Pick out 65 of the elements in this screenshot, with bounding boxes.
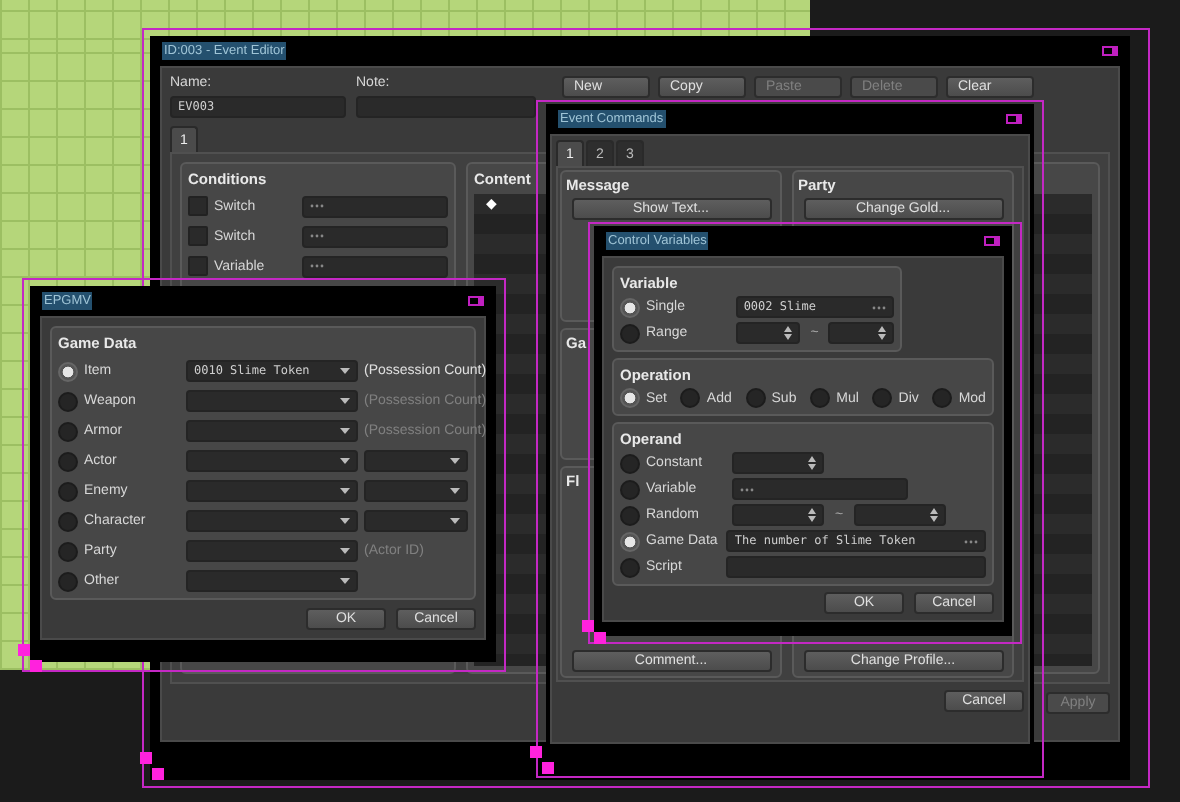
caret-icon (450, 488, 460, 494)
radio-button[interactable] (620, 388, 640, 408)
radio-button[interactable] (620, 479, 640, 499)
window-button-icon[interactable] (1006, 114, 1022, 124)
radio-button[interactable] (58, 391, 78, 411)
dropdown[interactable] (186, 450, 358, 472)
spin-arrows-icon (808, 456, 816, 470)
window-button-icon[interactable] (1102, 46, 1118, 56)
radio-button[interactable] (58, 421, 78, 441)
spin-arrows-icon (878, 326, 886, 340)
radio-button[interactable] (58, 511, 78, 531)
dropdown[interactable] (364, 480, 468, 502)
select-field[interactable] (301, 255, 448, 277)
dropdown[interactable] (186, 510, 358, 532)
radio-button[interactable] (620, 505, 640, 525)
radio-button[interactable] (58, 571, 78, 591)
window-button-icon[interactable] (468, 296, 484, 306)
caret-icon (340, 398, 350, 404)
number-field[interactable] (732, 504, 824, 526)
radio-button[interactable] (58, 481, 78, 501)
note-field[interactable] (356, 96, 536, 118)
dropdown[interactable] (186, 540, 358, 562)
radio-button[interactable] (932, 388, 953, 408)
checkbox[interactable] (188, 256, 208, 276)
caret-icon (340, 488, 350, 494)
radio-button[interactable] (745, 388, 766, 408)
caret-icon (340, 428, 350, 434)
number-field[interactable] (735, 322, 801, 344)
caret-icon (340, 548, 350, 554)
dropdown[interactable] (186, 570, 358, 592)
dropdown[interactable] (364, 450, 468, 472)
caret-icon (450, 458, 460, 464)
select-field[interactable] (301, 195, 448, 217)
checkbox[interactable] (188, 226, 208, 246)
radio-button[interactable] (620, 453, 640, 473)
caret-icon (340, 368, 350, 374)
dropdown[interactable] (186, 480, 358, 502)
spin-arrows-icon (784, 326, 793, 340)
number-field[interactable] (854, 504, 946, 526)
number-field[interactable] (732, 452, 824, 474)
caret-icon (340, 458, 350, 464)
caret-icon (340, 578, 350, 584)
radio-button[interactable] (58, 451, 78, 471)
caret-icon (340, 518, 350, 524)
checkbox[interactable] (188, 196, 208, 216)
radio-button[interactable] (620, 557, 640, 577)
dropdown[interactable] (186, 420, 358, 442)
radio-button[interactable] (58, 541, 78, 561)
radio-button[interactable] (58, 361, 78, 381)
radio-button[interactable] (620, 531, 640, 551)
radio-button[interactable] (872, 388, 893, 408)
dropdown[interactable] (186, 390, 358, 412)
radio-button[interactable] (810, 388, 831, 408)
radio-button[interactable] (680, 388, 701, 408)
select-field[interactable] (301, 225, 448, 247)
select-field[interactable] (732, 478, 908, 500)
radio-button[interactable] (620, 297, 640, 317)
radio-button[interactable] (620, 323, 640, 343)
script-field[interactable] (726, 556, 986, 578)
spin-arrows-icon (808, 508, 816, 522)
window-button-icon[interactable] (984, 236, 1000, 246)
number-field[interactable] (828, 322, 894, 344)
dropdown[interactable] (364, 510, 468, 532)
caret-icon (450, 518, 460, 524)
spin-arrows-icon (930, 508, 938, 522)
